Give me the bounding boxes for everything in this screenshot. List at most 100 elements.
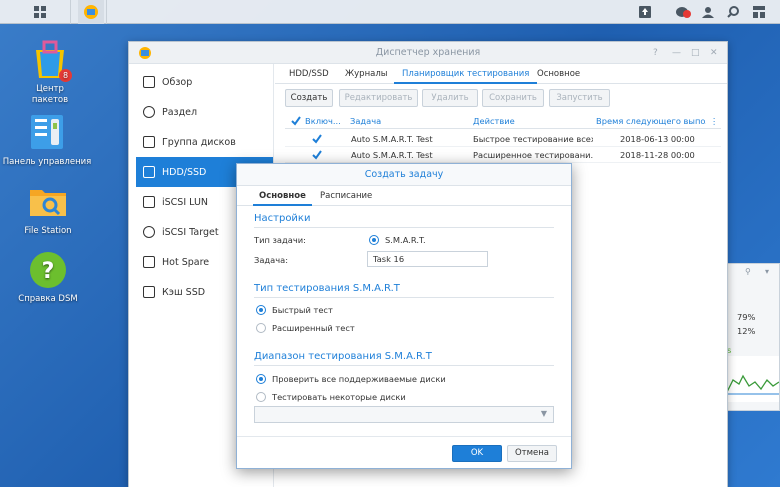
task-name-input[interactable]: Task 16 xyxy=(367,251,488,267)
divider xyxy=(254,365,554,366)
sidebar-item-overview[interactable]: Обзор xyxy=(129,67,273,97)
run-button[interactable]: Запустить xyxy=(549,89,610,107)
minimize-icon[interactable]: — xyxy=(672,42,681,64)
column-header-action[interactable]: Действие xyxy=(473,113,593,129)
create-button[interactable]: Создать xyxy=(285,89,333,107)
grid-icon xyxy=(34,6,46,18)
dialog-title[interactable]: Создать задачу xyxy=(237,164,571,186)
ssd-cache-icon xyxy=(143,286,155,298)
check-all-disks-label: Проверить все поддерживаемые диски xyxy=(272,374,446,384)
row-action: Быстрое тестирование всех... xyxy=(473,134,593,144)
ram-value: 12% xyxy=(737,326,756,336)
column-header-task[interactable]: Задача xyxy=(350,113,460,129)
tab-test-scheduler[interactable]: Планировщик тестирования xyxy=(394,64,538,84)
test-some-disks-label: Тестировать некоторые диски xyxy=(272,392,406,402)
help-icon: ? xyxy=(28,250,68,290)
desktop-icon-label: Панель управления xyxy=(2,157,92,167)
column-header-next-run[interactable]: Время следующего выпол... xyxy=(596,113,706,129)
extended-test-radio[interactable] xyxy=(256,323,266,333)
check-all-disks-radio[interactable] xyxy=(256,374,266,384)
taskbar xyxy=(0,0,780,24)
tab-hdd-ssd[interactable]: HDD/SSD xyxy=(281,64,337,84)
table-row[interactable]: Auto S.M.A.R.T. Test Расширенное тестиро… xyxy=(285,147,721,163)
disk-group-icon xyxy=(143,136,155,148)
tab-bar: HDD/SSD Журналы Планировщик тестирования… xyxy=(275,64,727,84)
sidebar-item-disk-group[interactable]: Группа дисков xyxy=(129,127,273,157)
dialog-tab-bar: Основное Расписание xyxy=(237,186,571,206)
user-icon xyxy=(702,7,714,18)
quick-test-radio[interactable] xyxy=(256,305,266,315)
table-row[interactable]: Auto S.M.A.R.T. Test Быстрое тестировани… xyxy=(285,131,721,147)
chevron-down-icon: ▼ xyxy=(540,409,547,418)
widget-close-icon[interactable]: ▾ xyxy=(765,267,769,276)
desktop-icon-package-center[interactable]: 8 Центр пакетов xyxy=(0,40,100,106)
task-type-label: Тип задачи: xyxy=(254,235,306,245)
extended-test-label: Расширенный тест xyxy=(272,323,355,333)
upload-icon xyxy=(639,6,651,18)
divider xyxy=(254,227,554,228)
sidebar-item-label: Обзор xyxy=(162,76,193,88)
svg-text:?: ? xyxy=(42,259,55,284)
desktop-icon-dsm-help[interactable]: ? Справка DSM xyxy=(0,250,98,305)
row-next-run: 2018-11-28 00:00 xyxy=(620,150,695,160)
taskbar-storage-manager[interactable] xyxy=(78,0,104,24)
section-range-title: Диапазон тестирования S.M.A.R.T xyxy=(254,351,432,362)
save-button[interactable]: Сохранить xyxy=(482,89,544,107)
task-type-value: S.M.A.R.T. xyxy=(385,235,426,245)
update-badge: 8 xyxy=(59,69,72,82)
ok-button[interactable]: OK xyxy=(452,445,502,462)
widgets-button[interactable] xyxy=(748,0,770,24)
volume-icon xyxy=(143,106,155,118)
test-some-disks-radio[interactable] xyxy=(256,392,266,402)
delete-button[interactable]: Удалить xyxy=(422,89,478,107)
pin-icon[interactable]: ⚲ xyxy=(745,267,751,276)
checkbox-checked-icon[interactable] xyxy=(312,150,322,160)
row-next-run: 2018-06-13 00:00 xyxy=(620,134,695,144)
sidebar-item-label: iSCSI Target xyxy=(162,226,219,238)
control-panel-icon xyxy=(27,113,67,153)
desktop-icon-label: Справка DSM xyxy=(18,294,78,304)
desktop-icon-label: File Station xyxy=(24,226,72,236)
user-button[interactable] xyxy=(697,0,719,24)
widgets-icon xyxy=(753,6,765,18)
edit-button[interactable]: Редактировать xyxy=(339,89,418,107)
main-menu-button[interactable] xyxy=(22,0,58,24)
help-icon[interactable]: ? xyxy=(653,42,658,64)
storage-manager-icon xyxy=(139,47,151,59)
sidebar-item-label: Hot Spare xyxy=(162,256,210,268)
dialog-footer: OK Отмена xyxy=(237,436,571,468)
checkbox-checked-icon[interactable] xyxy=(312,134,322,144)
table-header: Включ... Задача Действие Время следующег… xyxy=(285,113,721,129)
tab-general[interactable]: Основное xyxy=(529,64,588,84)
tab-general[interactable]: Основное xyxy=(253,186,312,206)
column-menu-icon[interactable]: ⋮ xyxy=(710,113,718,129)
chat-icon xyxy=(676,7,691,18)
sidebar-item-label: Кэш SSD xyxy=(162,286,206,298)
checkmark-icon xyxy=(291,116,301,126)
task-type-smart-radio[interactable] xyxy=(369,235,379,245)
sidebar-item-label: HDD/SSD xyxy=(162,166,207,178)
search-icon xyxy=(727,6,739,18)
cpu-value: 79% xyxy=(737,312,756,322)
disk-select-dropdown[interactable]: ▼ xyxy=(254,406,554,423)
desktop-icon-control-panel[interactable]: Панель управления xyxy=(0,113,97,168)
close-icon[interactable]: ✕ xyxy=(710,42,718,64)
tab-logs[interactable]: Журналы xyxy=(337,64,396,84)
tab-schedule[interactable]: Расписание xyxy=(314,186,378,206)
column-header-enabled[interactable]: Включ... xyxy=(305,113,343,129)
desktop-icon-label: пакетов xyxy=(31,95,69,105)
window-titlebar[interactable]: Диспетчер хранения ? — □ ✕ xyxy=(129,42,727,64)
sidebar-item-label: Группа дисков xyxy=(162,136,236,148)
search-button[interactable] xyxy=(722,0,744,24)
sidebar-item-label: iSCSI LUN xyxy=(162,196,209,208)
cancel-button[interactable]: Отмена xyxy=(507,445,557,462)
maximize-icon[interactable]: □ xyxy=(691,42,700,64)
row-action: Расширенное тестировани... xyxy=(473,150,593,160)
desktop-icon-file-station[interactable]: File Station xyxy=(0,182,98,237)
sidebar-item-volume[interactable]: Раздел xyxy=(129,97,273,127)
notifications-button[interactable] xyxy=(672,0,694,24)
iscsi-target-icon xyxy=(143,226,155,238)
upload-button[interactable] xyxy=(634,0,656,24)
task-name-label: Задача: xyxy=(254,255,289,265)
overview-icon xyxy=(143,76,155,88)
